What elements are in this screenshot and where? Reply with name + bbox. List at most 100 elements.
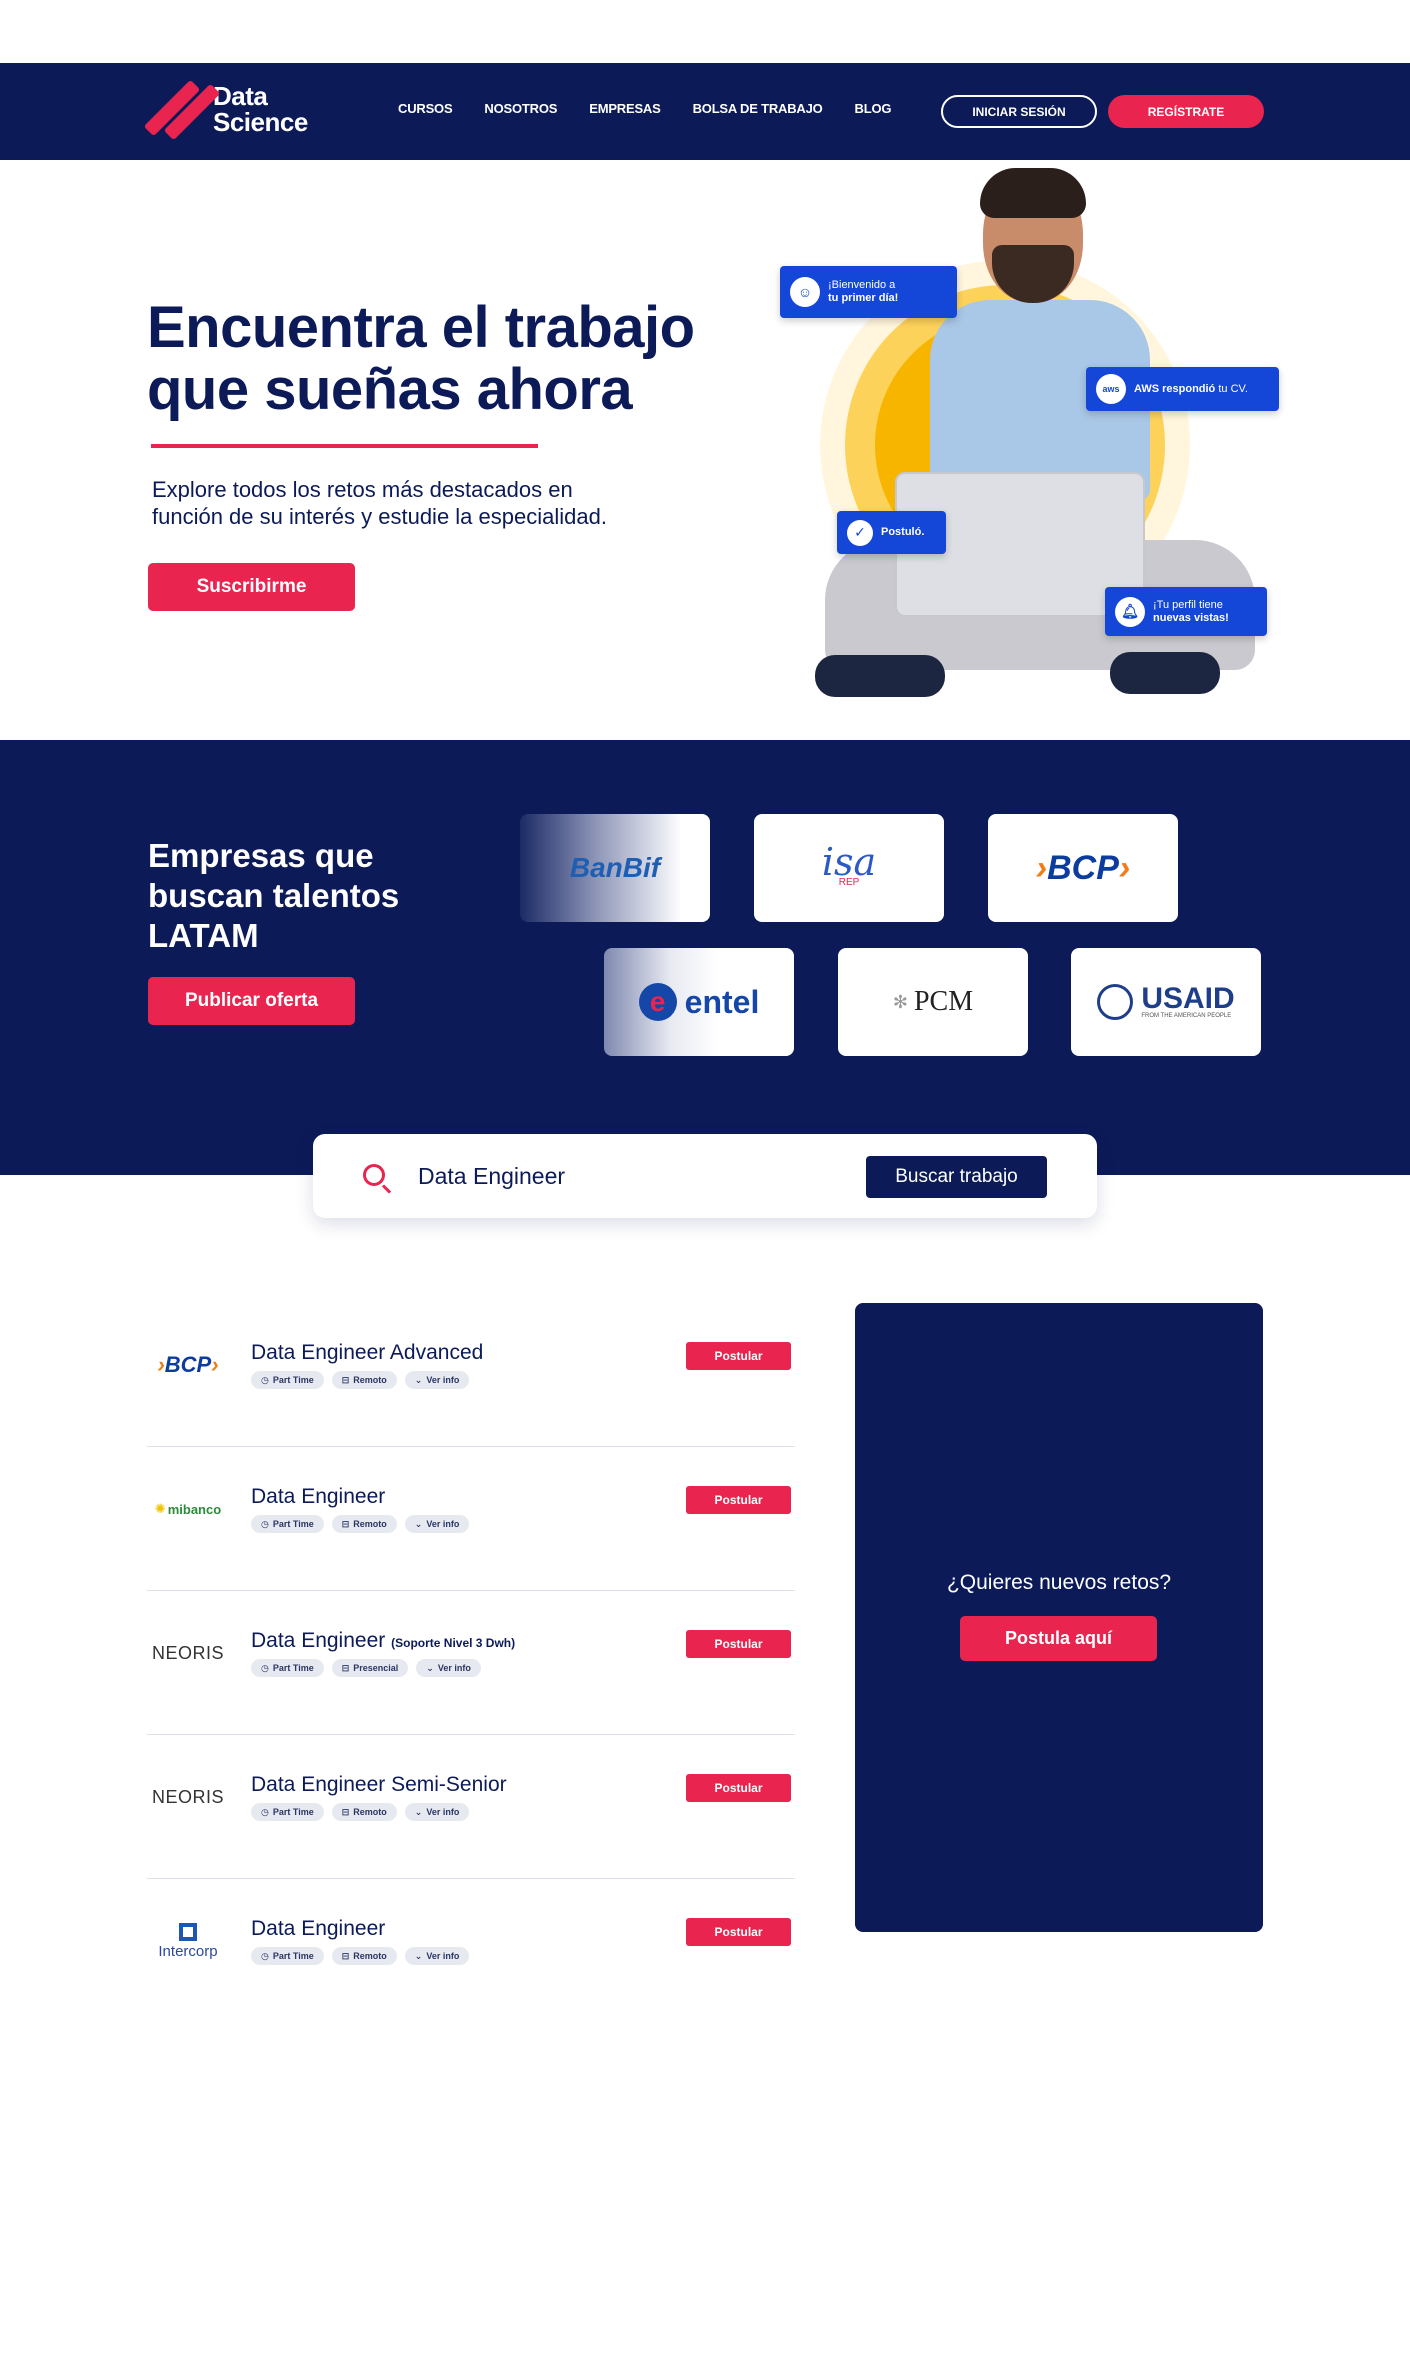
tag-modality: ⊟ Presencial	[331, 1659, 409, 1677]
job-row: › BCP › Data Engineer Advanced ◷ Part Time …	[147, 1303, 795, 1447]
job-title[interactable]: Data Engineer	[251, 1485, 385, 1509]
clock-icon: ◷	[261, 1950, 269, 1961]
job-tags: ◷ Part Time ⊟ Presencial ⌄ Ver info	[251, 1659, 481, 1677]
nav-link-bolsa-de-trabajo[interactable]: BOLSA DE TRABAJO	[693, 101, 823, 116]
nav-link-blog[interactable]: BLOG	[855, 101, 892, 116]
checkmark-icon: ✓	[847, 519, 873, 546]
job-title[interactable]: Data Engineer	[251, 1917, 385, 1941]
job-tags: ◷ Part Time ⊟ Remoto ⌄ Ver info	[251, 1803, 470, 1821]
job-row: NEORIS Data Engineer Semi-Senior ◷ Part T…	[147, 1735, 795, 1879]
briefcase-icon: ⊟	[341, 1950, 350, 1961]
subscribe-button[interactable]: Suscribirme	[148, 563, 355, 611]
chevron-down-icon: ⌄	[414, 1806, 423, 1817]
logo-text-line2: Science	[213, 107, 308, 137]
companies-title: Empresas que buscan talentos LATAM	[148, 837, 400, 954]
intercorp-square-icon	[179, 1922, 197, 1941]
site-logo[interactable]: Data Science	[143, 79, 308, 141]
hero-subtitle: Explore todos los retos más destacados e…	[152, 477, 607, 529]
bcp-chevron-icon: ›	[1035, 848, 1048, 887]
login-button[interactable]: INICIAR SESIÓN	[941, 95, 1097, 128]
chevron-down-icon: ⌄	[414, 1518, 423, 1529]
company-logo-pcm[interactable]: ✻ PCM	[838, 948, 1028, 1056]
job-tags: ◷ Part Time ⊟ Remoto ⌄ Ver info	[251, 1371, 470, 1389]
chevron-down-icon: ⌄	[414, 1374, 423, 1385]
job-company-logo: NEORIS	[151, 1786, 224, 1807]
tag-modality: ⊟ Remoto	[331, 1803, 397, 1821]
job-row: NEORIS Data Engineer (Soporte Nivel 3 Dw…	[147, 1591, 795, 1735]
bcp-chevron-icon: ›	[1118, 848, 1131, 887]
notification-profile-views: 🔔︎ ¡Tu perfil tiene nuevas vistas!	[1105, 587, 1267, 636]
chevron-down-icon: ⌄	[414, 1950, 423, 1961]
job-title[interactable]: Data Engineer Advanced	[251, 1341, 483, 1365]
job-company-logo: Intercorp	[147, 1919, 229, 1963]
notification-applied: ✓ Postuló.	[837, 511, 946, 554]
usaid-seal-icon	[1097, 984, 1134, 1020]
new-challenges-question: ¿Quieres nuevos retos?	[946, 1571, 1172, 1594]
tag-schedule: ◷ Part Time	[251, 1803, 324, 1821]
job-tags: ◷ Part Time ⊟ Remoto ⌄ Ver info	[251, 1515, 470, 1533]
tag-schedule: ◷ Part Time	[251, 1371, 324, 1389]
tag-view-info[interactable]: ⌄ Ver info	[404, 1803, 470, 1821]
tag-modality: ⊟ Remoto	[331, 1515, 397, 1533]
bell-icon: 🔔︎	[1115, 596, 1145, 627]
job-company-logo: ✺ mibanco	[154, 1501, 222, 1517]
tag-schedule: ◷ Part Time	[251, 1515, 324, 1533]
job-search-bar: Buscar trabajo	[313, 1134, 1097, 1218]
tag-view-info[interactable]: ⌄ Ver info	[404, 1371, 470, 1389]
job-tags: ◷ Part Time ⊟ Remoto ⌄ Ver info	[251, 1947, 470, 1965]
company-logo-entel[interactable]: e entel	[604, 948, 794, 1056]
tag-schedule: ◷ Part Time	[251, 1659, 324, 1677]
job-row: ✺ mibanco Data Engineer ◷ Part Time ⊟ Remot…	[147, 1447, 795, 1591]
briefcase-icon: ⊟	[341, 1806, 350, 1817]
top-navbar: Data Science CURSOS NOSOTROS EMPRESAS BO…	[0, 63, 1410, 160]
register-button[interactable]: REGÍSTRATE	[1108, 95, 1264, 128]
nav-link-nosotros[interactable]: NOSOTROS	[484, 101, 557, 116]
company-logo-isa[interactable]: isa REP	[754, 814, 944, 922]
tag-view-info[interactable]: ⌄ Ver info	[404, 1515, 470, 1533]
apply-button[interactable]: Postular	[686, 1918, 791, 1946]
job-title[interactable]: Data Engineer (Soporte Nivel 3 Dwh)	[251, 1629, 515, 1653]
hero-title: Encuentra el trabajo que sueñas ahora	[147, 295, 695, 422]
companies-section: Empresas que buscan talentos LATAM Publi…	[0, 740, 1410, 1175]
logo-mark-icon	[143, 79, 221, 141]
apply-button[interactable]: Postular	[686, 1486, 791, 1514]
aws-logo-icon: aws	[1096, 374, 1126, 404]
tag-schedule: ◷ Part Time	[251, 1947, 324, 1965]
job-company-logo: › BCP ›	[157, 1352, 219, 1377]
search-jobs-button[interactable]: Buscar trabajo	[866, 1156, 1047, 1198]
logo-text-line1: Data	[213, 81, 268, 111]
publish-offer-button[interactable]: Publicar oferta	[148, 977, 355, 1025]
chevron-down-icon: ⌄	[426, 1662, 434, 1673]
tag-modality: ⊟ Remoto	[331, 1371, 397, 1389]
company-logo-usaid[interactable]: USAID FROM THE AMERICAN PEOPLE	[1071, 948, 1261, 1056]
briefcase-icon: ⊟	[341, 1518, 350, 1529]
job-company-logo: NEORIS	[151, 1642, 224, 1663]
job-row: Intercorp Data Engineer ◷ Part Time ⊟ Remo…	[147, 1879, 795, 2023]
job-title[interactable]: Data Engineer Semi-Senior	[251, 1773, 507, 1797]
tag-modality: ⊟ Remoto	[331, 1947, 397, 1965]
briefcase-icon: ⊟	[341, 1374, 350, 1385]
briefcase-icon: ⊟	[341, 1662, 350, 1673]
company-logo-bcp[interactable]: › BCP ›	[988, 814, 1178, 922]
company-logo-banbif[interactable]: BanBif	[520, 814, 710, 922]
hero-illustration: ☺ ¡Bienvenido a tu primer día! aws AWS re…	[780, 160, 1300, 740]
main-menu: CURSOS NOSOTROS EMPRESAS BOLSA DE TRABAJ…	[398, 101, 891, 116]
apply-here-button[interactable]: Postula aquí	[960, 1616, 1157, 1661]
job-search-input[interactable]	[418, 1158, 838, 1194]
nav-link-empresas[interactable]: EMPRESAS	[589, 101, 661, 116]
apply-button[interactable]: Postular	[686, 1630, 791, 1658]
clock-icon: ◷	[261, 1662, 269, 1673]
notification-aws: aws AWS respondió tu CV.	[1086, 367, 1279, 411]
clock-icon: ◷	[261, 1374, 269, 1385]
user-avatar-icon: ☺	[790, 277, 820, 307]
entel-e-icon: e	[638, 983, 677, 1021]
clock-icon: ◷	[261, 1806, 269, 1817]
nav-link-cursos[interactable]: CURSOS	[398, 101, 453, 116]
tag-view-info[interactable]: ⌄ Ver info	[416, 1659, 481, 1677]
sun-icon: ✺	[154, 1501, 166, 1516]
hero-title-underline	[151, 444, 538, 448]
apply-button[interactable]: Postular	[686, 1774, 791, 1802]
tag-view-info[interactable]: ⌄ Ver info	[404, 1947, 470, 1965]
apply-button[interactable]: Postular	[686, 1342, 791, 1370]
notification-welcome: ☺ ¡Bienvenido a tu primer día!	[780, 266, 957, 318]
